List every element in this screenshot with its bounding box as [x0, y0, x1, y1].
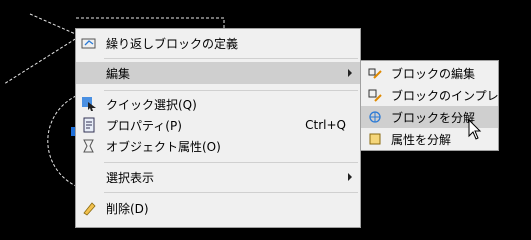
block-inplace-edit-icon: [366, 86, 384, 104]
menu-item-edit[interactable]: 編集: [76, 62, 360, 84]
menu-item-shortcut: Ctrl+Q: [305, 118, 346, 132]
menu-item-label: クイック選択(Q): [106, 97, 197, 112]
submenu-item-label: 属性を分解: [391, 132, 452, 147]
menu-item-label: 編集: [106, 66, 131, 81]
properties-icon: [80, 116, 98, 134]
menu-separator: [104, 90, 358, 91]
submenu-item-block-inplace-edit[interactable]: ブロックのインプレイス編集: [361, 84, 531, 106]
mouse-cursor-icon: [468, 119, 482, 140]
submenu-arrow-icon: [348, 173, 352, 181]
submenu-item-label: ブロックを分解: [391, 110, 476, 125]
menu-item-quick-select[interactable]: クイック選択(Q): [76, 93, 360, 115]
submenu-item-label: ブロックのインプレイス編集: [391, 88, 531, 103]
menu-separator: [104, 58, 358, 59]
block-edit-icon: [366, 64, 384, 82]
menu-separator: [104, 162, 358, 163]
explode-block-icon: [366, 108, 384, 126]
menu-item-object-attributes[interactable]: オブジェクト属性(O): [76, 135, 360, 157]
menu-item-label: 選択表示: [106, 170, 155, 185]
explode-attributes-icon: [366, 130, 384, 148]
submenu-item-block-edit[interactable]: ブロックの編集: [361, 62, 498, 84]
menu-separator: [104, 192, 358, 193]
submenu-arrow-icon: [348, 69, 352, 77]
menu-item-label: 削除(D): [106, 201, 149, 216]
menu-item-define-repeat-block[interactable]: 繰り返しブロックの定義: [76, 32, 360, 54]
menu-item-display-selection[interactable]: 選択表示: [76, 166, 360, 188]
object-attributes-icon: [80, 137, 98, 155]
menu-item-label: オブジェクト属性(O): [106, 139, 221, 154]
menu-item-label: プロパティ(P): [106, 118, 182, 133]
submenu-item-label: ブロックの編集: [391, 66, 476, 81]
repeat-block-icon: [80, 34, 98, 52]
quick-select-icon: [80, 95, 98, 113]
menu-item-label: 繰り返しブロックの定義: [106, 36, 239, 51]
context-menu: 繰り返しブロックの定義 編集 クイック選択(Q) プロパティ(P) Ctrl+Q…: [75, 28, 361, 228]
eraser-icon: [80, 199, 98, 217]
menu-item-delete[interactable]: 削除(D): [76, 197, 360, 219]
menu-item-properties[interactable]: プロパティ(P) Ctrl+Q: [76, 114, 360, 136]
